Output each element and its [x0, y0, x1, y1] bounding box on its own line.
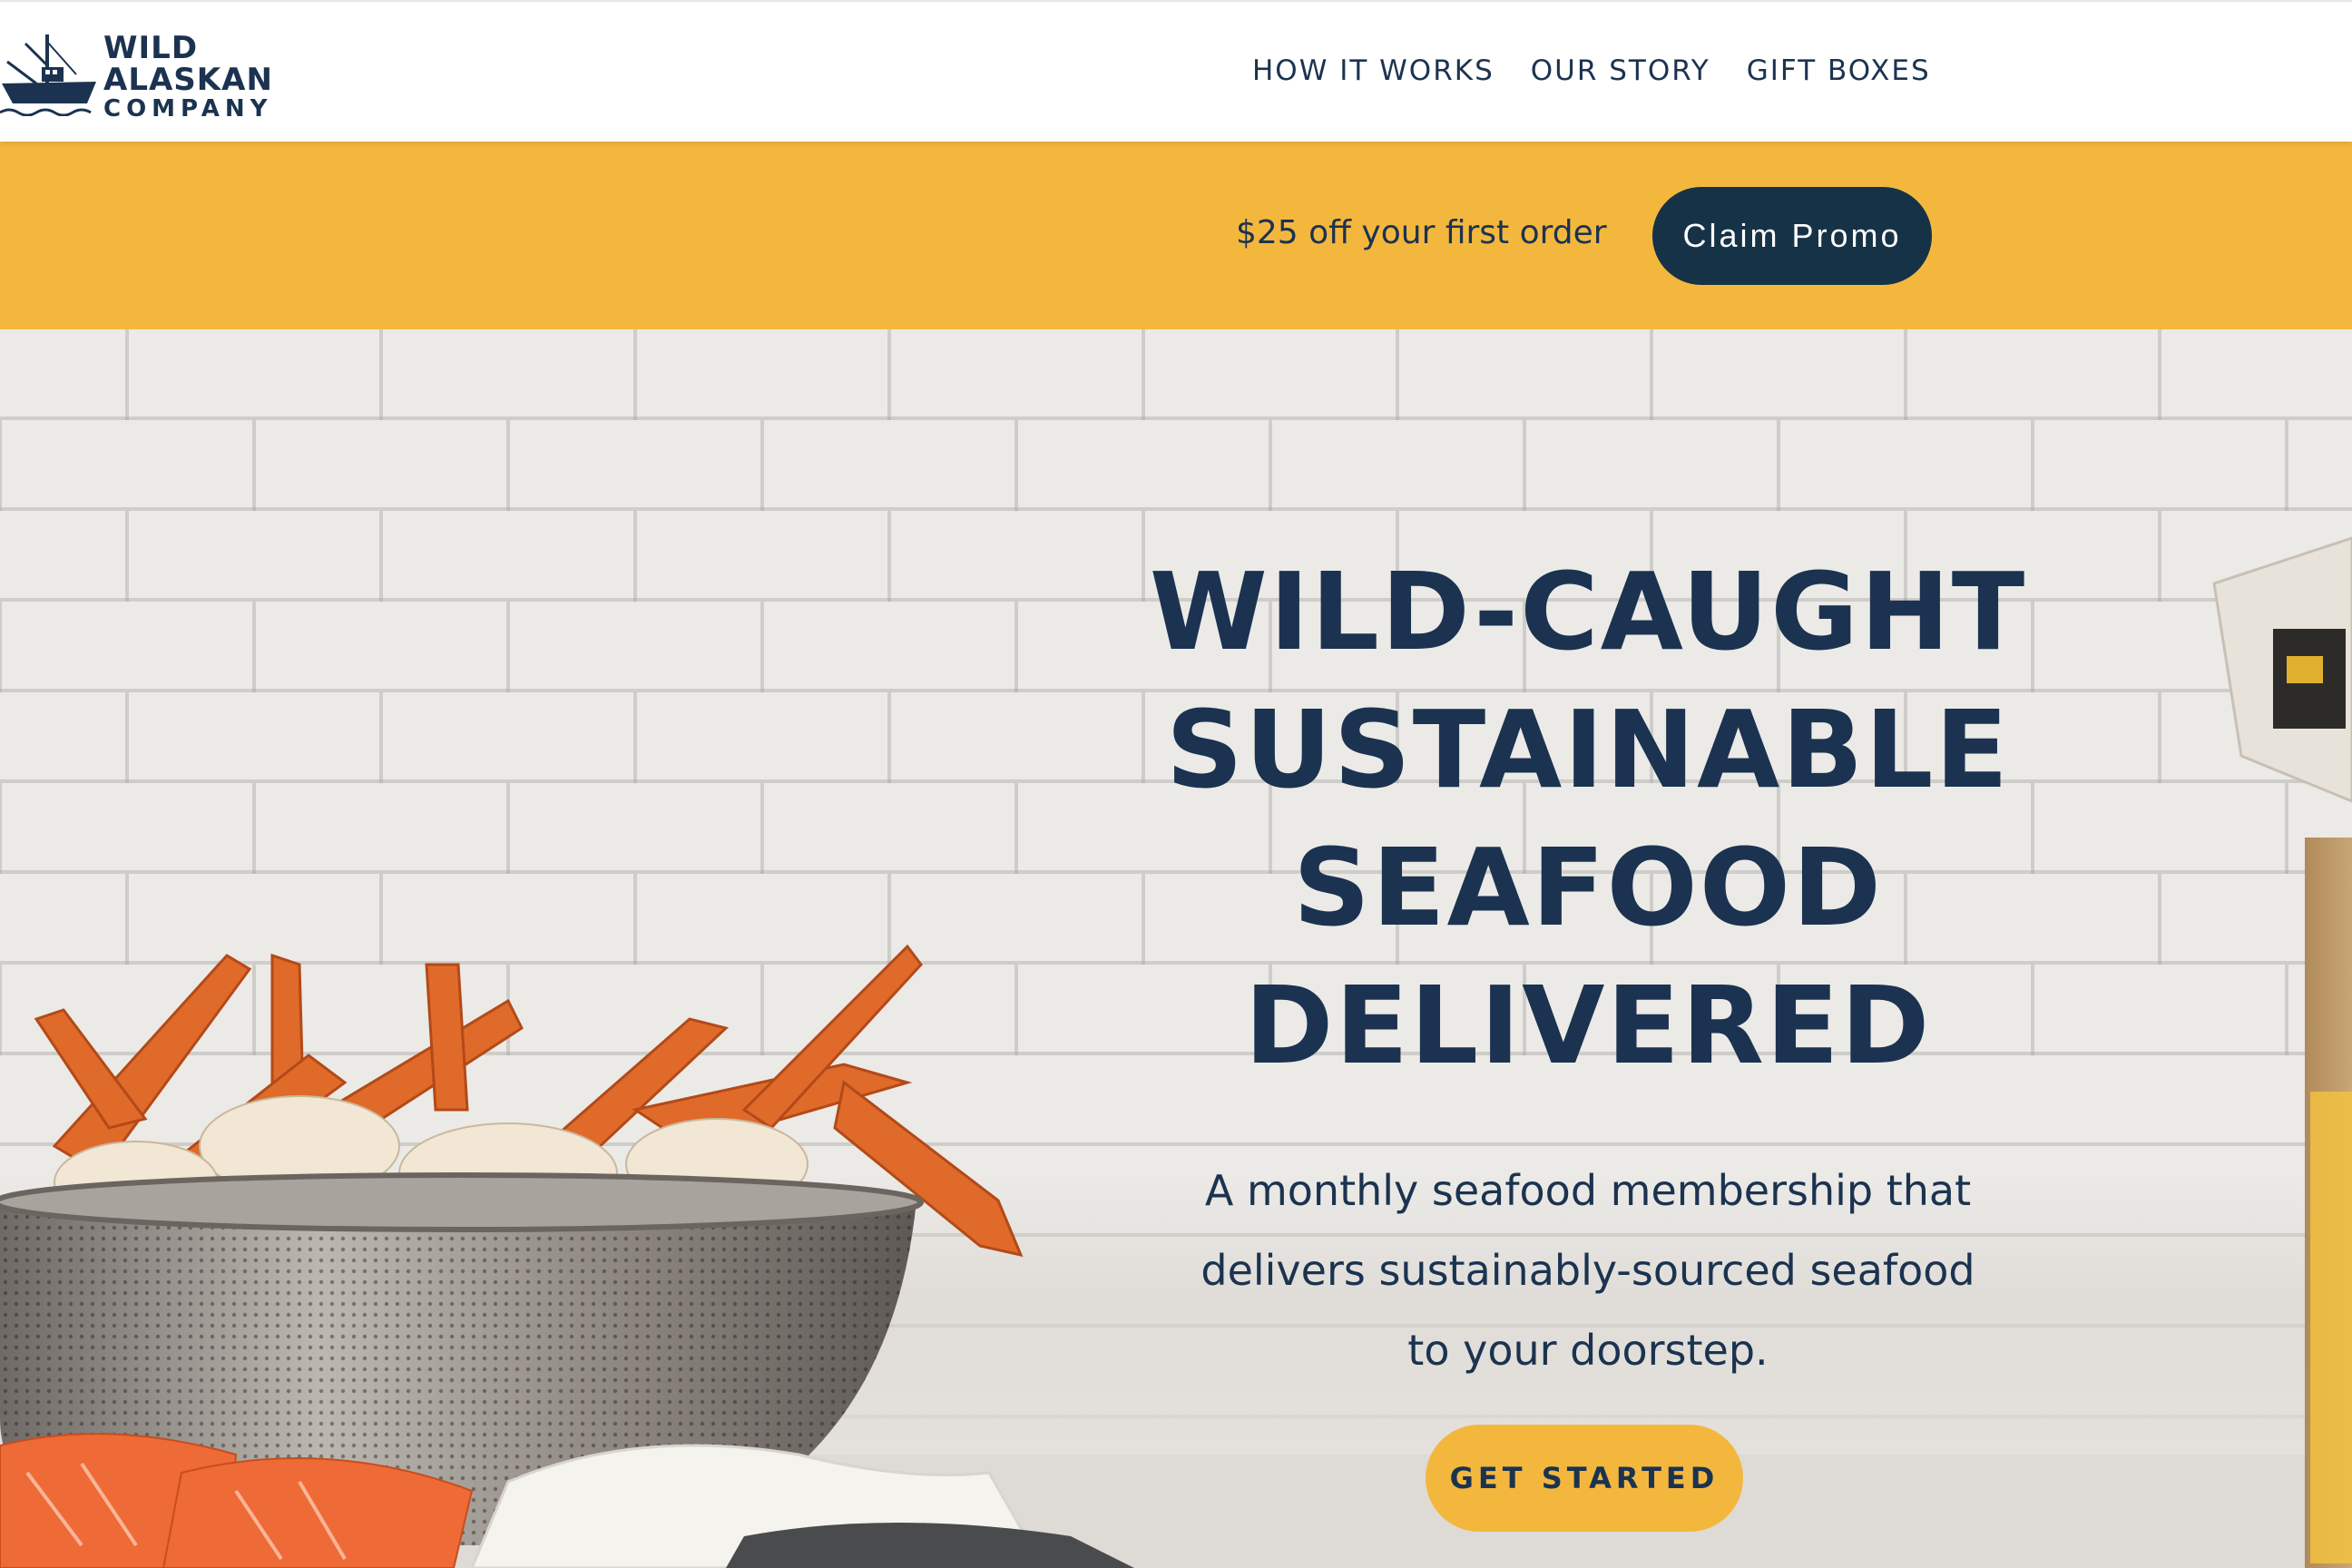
hero-headline: WILD-CAUGHT SUSTAINABLE SEAFOOD DELIVERE…: [962, 543, 2214, 1094]
subhead-line-3: to your doorstep.: [1407, 1326, 1769, 1375]
site-header: WILD ALASKAN COMPANY HOW IT WORKS OUR ST…: [0, 0, 2352, 142]
nav-how-it-works[interactable]: HOW IT WORKS: [1252, 54, 1494, 87]
promo-banner: $25 off your first order Claim Promo: [0, 142, 2352, 329]
promo-text: $25 off your first order: [1236, 214, 1607, 251]
subhead-line-1: A monthly seafood membership that: [1204, 1166, 1972, 1215]
headline-line-2: SUSTAINABLE: [1165, 687, 2011, 812]
claim-promo-button[interactable]: Claim Promo: [1652, 187, 1932, 285]
hero-section: WILD-CAUGHT SUSTAINABLE SEAFOOD DELIVERE…: [0, 329, 2352, 1568]
brand-line-wild: WILD: [103, 30, 199, 66]
hero-subheading: A monthly seafood membership that delive…: [1044, 1151, 2132, 1390]
brand-logo[interactable]: WILD ALASKAN COMPANY: [0, 29, 273, 121]
subhead-line-2: delivers sustainably-sourced seafood: [1200, 1246, 1975, 1295]
get-started-button[interactable]: GET STARTED: [1426, 1425, 1743, 1532]
fishing-boat-logo-icon: [0, 34, 96, 116]
brand-line-alaskan: ALASKAN: [103, 62, 273, 98]
headline-line-1: WILD-CAUGHT: [1149, 549, 2027, 674]
headline-line-4: DELIVERED: [1244, 963, 1932, 1088]
headline-line-3: SEAFOOD: [1292, 825, 1884, 950]
nav-our-story[interactable]: OUR STORY: [1531, 54, 1710, 87]
nav-gift-boxes[interactable]: GIFT BOXES: [1747, 54, 1931, 87]
brand-wordmark: WILD ALASKAN COMPANY: [103, 33, 273, 121]
brand-line-company: COMPANY: [103, 95, 273, 122]
main-nav: HOW IT WORKS OUR STORY GIFT BOXES: [1252, 54, 1967, 87]
